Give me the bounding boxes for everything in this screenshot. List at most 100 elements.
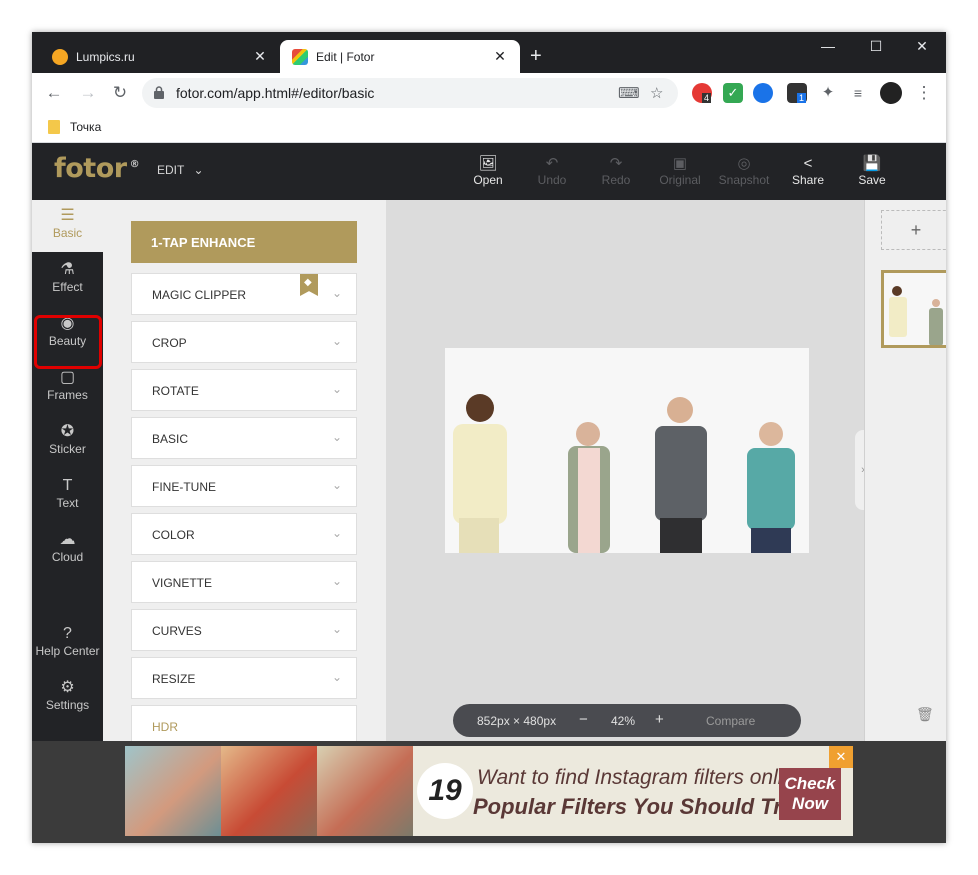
cube-extension-badge: 1: [797, 93, 807, 103]
address-bar[interactable]: fotor.com/app.html#/editor/basic ⌨ ☆: [142, 78, 678, 108]
text-icon: T: [62, 477, 73, 494]
ad-check-now-button[interactable]: Check Now: [779, 768, 841, 820]
tab-lumpics[interactable]: Lumpics.ru ✕: [40, 40, 280, 73]
open-button[interactable]: 🖼 Open: [458, 155, 518, 187]
profile-avatar[interactable]: [880, 82, 902, 104]
tab-fotor[interactable]: Edit | Fotor ✕: [280, 40, 520, 73]
image-thumbnail[interactable]: [881, 270, 946, 348]
accordion-rotate[interactable]: ROTATE ⌄: [131, 369, 357, 411]
opera-extension-icon[interactable]: 4: [692, 83, 712, 103]
add-image-button[interactable]: +: [881, 210, 946, 250]
vpn-extension-icon[interactable]: [753, 83, 773, 103]
image-dimensions: 852px × 480px: [477, 714, 557, 728]
ad-banner[interactable]: 19 Want to find Instagram filters online…: [125, 746, 853, 836]
photo-preview[interactable]: [445, 348, 809, 553]
bookmark-label: Точка: [70, 120, 102, 134]
accordion-label: FINE-TUNE: [152, 480, 216, 494]
sidebar-item-basic[interactable]: ☰ Basic: [32, 200, 103, 252]
people-photo-image: [445, 348, 809, 553]
ad-photo-3: [317, 746, 413, 836]
editor-canvas[interactable]: 852px × 480px − 42% + Compare: [386, 200, 864, 741]
chevron-down-icon: ⌄: [331, 286, 342, 300]
accordion-curves[interactable]: CURVES ⌄: [131, 609, 357, 651]
sidebar-label: Effect: [52, 280, 83, 294]
accordion-basic[interactable]: BASIC ⌄: [131, 417, 357, 459]
open-label: Open: [473, 173, 503, 187]
forward-icon[interactable]: →: [76, 81, 100, 105]
browser-menu-icon[interactable]: ⋮: [912, 81, 936, 105]
bookmark-star-icon[interactable]: ☆: [650, 84, 663, 102]
accordion-label: RESIZE: [152, 672, 196, 686]
maximize-icon[interactable]: ☐: [861, 38, 891, 55]
sidebar-label: Basic: [52, 226, 83, 240]
accordion-label: HDR: [152, 720, 178, 734]
share-icon: <: [803, 155, 813, 172]
sidebar-item-help-center[interactable]: ? Help Center: [32, 618, 103, 670]
cube-extension-icon[interactable]: 1: [787, 83, 807, 103]
save-button[interactable]: 💾 Save: [842, 155, 902, 187]
ad-cta-line2: Now: [792, 794, 828, 813]
checkmark-extension-icon[interactable]: ✓: [723, 83, 743, 103]
accordion-vignette[interactable]: VIGNETTE ⌄: [131, 561, 357, 603]
sidebar-item-frames[interactable]: ▢ Frames: [32, 362, 103, 414]
edit-menu[interactable]: EDIT ⌄: [157, 163, 204, 177]
fotor-favicon-icon: [292, 48, 308, 65]
ad-cta-line1: Check: [784, 774, 836, 793]
accordion-label: BASIC: [152, 432, 189, 446]
accordion-label: VIGNETTE: [152, 576, 213, 590]
zoom-out-button[interactable]: −: [579, 711, 588, 728]
sidebar-item-settings[interactable]: ⚙ Settings: [32, 672, 103, 724]
ad-headline: Want to find Instagram filters online?: [477, 766, 818, 789]
accordion-magic-clipper[interactable]: MAGIC CLIPPER ◆ ⌄: [131, 273, 357, 315]
accordion-hdr[interactable]: HDR: [131, 705, 357, 741]
snapshot-button[interactable]: ◎ Snapshot: [714, 155, 774, 187]
accordion-color[interactable]: COLOR ⌄: [131, 513, 357, 555]
browser-window: Lumpics.ru ✕ Edit | Fotor ✕ + — ☐ ✕ ← → …: [32, 32, 946, 843]
sidebar-item-text[interactable]: T Text: [32, 470, 103, 522]
bookmark-item[interactable]: Точка: [48, 120, 101, 134]
redo-button[interactable]: ↷ Redo: [586, 155, 646, 187]
original-button[interactable]: ▣ Original: [650, 155, 710, 187]
back-icon[interactable]: ←: [42, 81, 66, 105]
star-icon: ✪: [60, 423, 75, 440]
trash-icon[interactable]: 🗑: [916, 706, 934, 723]
translate-icon[interactable]: ⌨: [618, 84, 640, 102]
chevron-down-icon: ⌄: [331, 478, 342, 492]
tab-title: Lumpics.ru: [76, 49, 135, 64]
ad-photo-1: [125, 746, 221, 836]
accordion-fine-tune[interactable]: FINE-TUNE ⌄: [131, 465, 357, 507]
minimize-icon[interactable]: —: [813, 38, 843, 54]
share-button[interactable]: < Share: [778, 155, 838, 187]
snapshot-icon: ◎: [737, 155, 751, 172]
accordion-crop[interactable]: CROP ⌄: [131, 321, 357, 363]
window-close-icon[interactable]: ✕: [907, 38, 937, 55]
undo-button[interactable]: ↶ Undo: [522, 155, 582, 187]
fotor-logo[interactable]: fotor ®: [54, 153, 140, 184]
media-control-icon[interactable]: ≡: [848, 83, 868, 103]
accordion-resize[interactable]: RESIZE ⌄: [131, 657, 357, 699]
chevron-down-icon: ⌄: [193, 163, 204, 177]
extensions-puzzle-icon[interactable]: ✦: [818, 83, 838, 103]
sidebar-item-sticker[interactable]: ✪ Sticker: [32, 416, 103, 468]
lumpics-favicon-icon: [52, 48, 68, 65]
compare-button[interactable]: Compare: [706, 714, 755, 728]
reload-icon[interactable]: ↻: [108, 81, 132, 105]
original-icon: ▣: [672, 155, 688, 172]
sidebar-item-effect[interactable]: ⚗ Effect: [32, 254, 103, 306]
chevron-down-icon: ⌄: [331, 622, 342, 636]
zoom-in-button[interactable]: +: [655, 711, 664, 728]
tab-close-icon[interactable]: ✕: [488, 48, 512, 65]
premium-gem-icon: ◆: [300, 274, 318, 296]
sidebar-item-cloud[interactable]: ☁ Cloud: [32, 524, 103, 576]
image-icon: 🖼: [478, 155, 498, 172]
url-text: fotor.com/app.html#/editor/basic: [176, 85, 375, 101]
tab-close-icon[interactable]: ✕: [248, 48, 272, 65]
sidebar-label: Sticker: [49, 442, 86, 456]
new-tab-button[interactable]: +: [530, 46, 542, 66]
ad-number: 19: [417, 763, 473, 819]
chevron-down-icon: ⌄: [331, 526, 342, 540]
one-tap-enhance-button[interactable]: 1-TAP ENHANCE: [131, 221, 357, 263]
save-icon: 💾: [862, 155, 882, 172]
ad-close-button[interactable]: ✕: [829, 746, 853, 768]
sidebar-label: Settings: [45, 698, 90, 712]
